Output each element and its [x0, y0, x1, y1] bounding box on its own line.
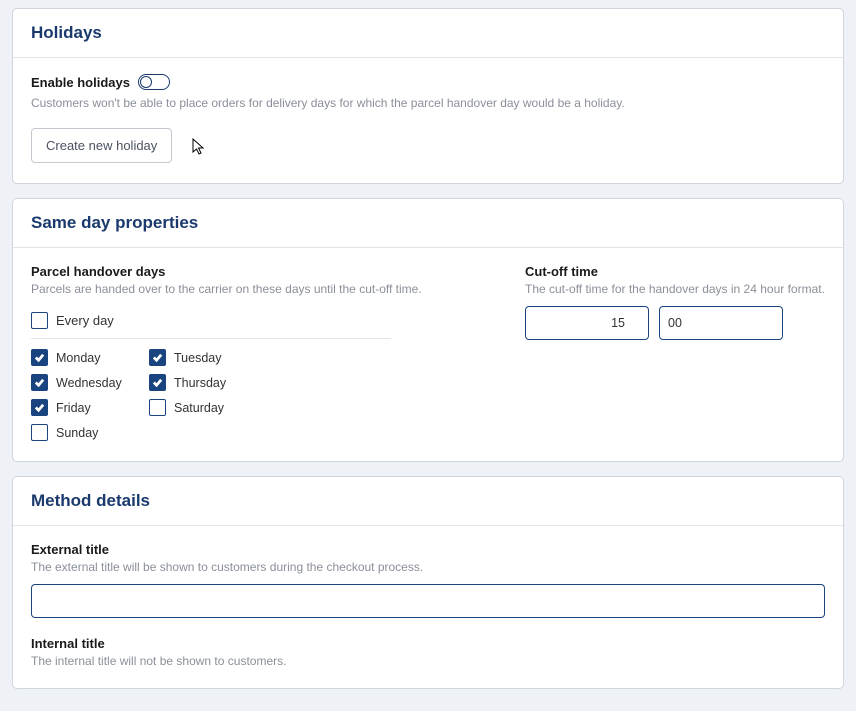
cutoff-minutes-input[interactable]: [659, 306, 783, 340]
day-grid: Monday Tuesday Wednesday Thursday: [31, 349, 495, 441]
wednesday-checkbox[interactable]: [31, 374, 48, 391]
create-holiday-button[interactable]: Create new holiday: [31, 128, 172, 163]
holidays-description: Customers won't be able to place orders …: [31, 96, 825, 110]
method-details-card: Method details External title The extern…: [12, 476, 844, 689]
same-day-body: Parcel handover days Parcels are handed …: [13, 248, 843, 461]
day-label: Wednesday: [56, 376, 122, 390]
method-header: Method details: [13, 477, 843, 526]
day-label: Saturday: [174, 401, 224, 415]
handover-description: Parcels are handed over to the carrier o…: [31, 282, 495, 296]
holidays-card: Holidays Enable holidays Customers won't…: [12, 8, 844, 184]
day-item-sunday: Sunday: [31, 424, 141, 441]
cutoff-column: Cut-off time The cut-off time for the ha…: [525, 264, 825, 441]
friday-checkbox[interactable]: [31, 399, 48, 416]
external-title-description: The external title will be shown to cust…: [31, 560, 825, 574]
handover-column: Parcel handover days Parcels are handed …: [31, 264, 495, 441]
method-title: Method details: [31, 491, 825, 511]
internal-title-description: The internal title will not be shown to …: [31, 654, 825, 668]
day-item-monday: Monday: [31, 349, 141, 366]
day-label: Friday: [56, 401, 91, 415]
day-item-wednesday: Wednesday: [31, 374, 141, 391]
external-title-input[interactable]: [31, 584, 825, 618]
enable-holidays-toggle[interactable]: [138, 74, 170, 90]
same-day-title: Same day properties: [31, 213, 825, 233]
holidays-title: Holidays: [31, 23, 825, 43]
toggle-knob-icon: [140, 76, 152, 88]
cutoff-description: The cut-off time for the handover days i…: [525, 282, 825, 296]
cutoff-hours-input[interactable]: [525, 306, 649, 340]
external-title-label: External title: [31, 542, 825, 557]
same-day-header: Same day properties: [13, 199, 843, 248]
holidays-body: Enable holidays Customers won't be able …: [13, 58, 843, 183]
day-label: Sunday: [56, 426, 98, 440]
holidays-header: Holidays: [13, 9, 843, 58]
sunday-checkbox[interactable]: [31, 424, 48, 441]
method-body: External title The external title will b…: [13, 526, 843, 688]
handover-label: Parcel handover days: [31, 264, 495, 279]
day-item-tuesday: Tuesday: [149, 349, 259, 366]
every-day-checkbox[interactable]: [31, 312, 48, 329]
external-title-block: External title The external title will b…: [31, 542, 825, 618]
every-day-row: Every day: [31, 306, 391, 339]
enable-holidays-row: Enable holidays: [31, 74, 825, 90]
same-day-card: Same day properties Parcel handover days…: [12, 198, 844, 462]
day-label: Tuesday: [174, 351, 221, 365]
day-label: Thursday: [174, 376, 226, 390]
day-item-thursday: Thursday: [149, 374, 259, 391]
thursday-checkbox[interactable]: [149, 374, 166, 391]
monday-checkbox[interactable]: [31, 349, 48, 366]
enable-holidays-label: Enable holidays: [31, 75, 130, 90]
every-day-label: Every day: [56, 313, 114, 328]
day-item-saturday: Saturday: [149, 399, 259, 416]
day-item-friday: Friday: [31, 399, 141, 416]
internal-title-label: Internal title: [31, 636, 825, 651]
day-label: Monday: [56, 351, 100, 365]
cutoff-label: Cut-off time: [525, 264, 825, 279]
saturday-checkbox[interactable]: [149, 399, 166, 416]
tuesday-checkbox[interactable]: [149, 349, 166, 366]
internal-title-block: Internal title The internal title will n…: [31, 636, 825, 668]
cutoff-inputs: [525, 306, 825, 340]
